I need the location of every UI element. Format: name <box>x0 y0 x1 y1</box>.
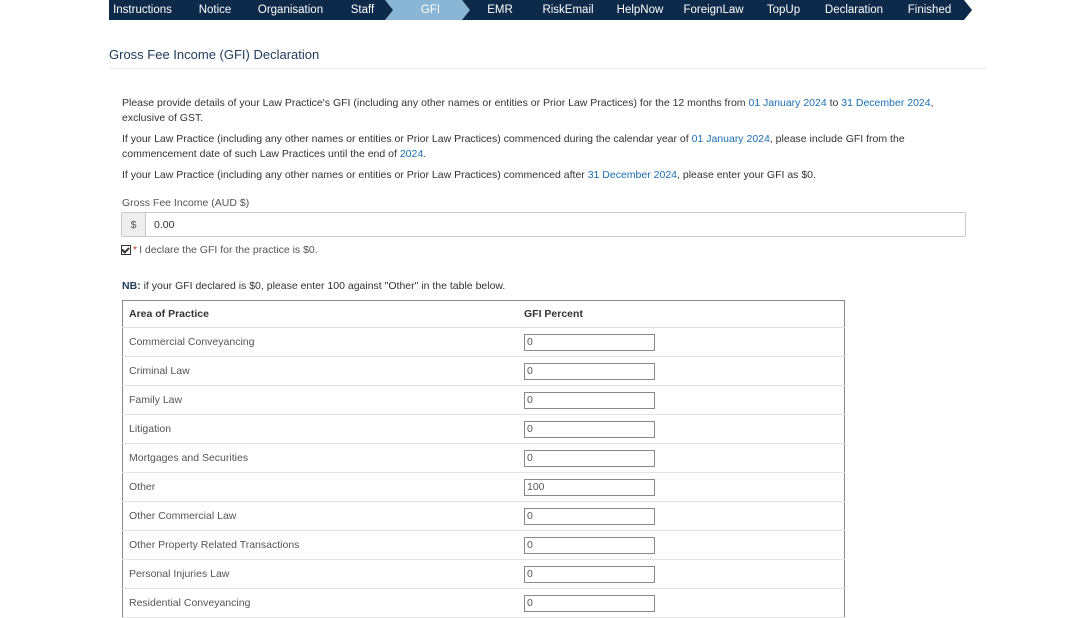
area-of-practice-cell: Litigation <box>122 414 520 444</box>
gfi-amount-input[interactable] <box>146 213 965 236</box>
table-row: Residential Conveyancing <box>122 588 845 618</box>
wizard-step-label: ForeignLaw <box>683 4 744 16</box>
gfi-percent-input[interactable] <box>524 536 655 554</box>
gfi-percent-input[interactable] <box>524 507 655 525</box>
wizard-step-organisation[interactable]: Organisation <box>241 0 341 20</box>
period-start-date: 01 January 2024 <box>691 133 770 145</box>
declare-zero-gfi: * I declare the GFI for the practice is … <box>121 244 318 256</box>
area-of-practice-cell: Mortgages and Securities <box>122 443 520 473</box>
gfi-percent-cell <box>520 327 845 357</box>
wizard-step-label: Staff <box>351 4 375 16</box>
gfi-percent-cell <box>520 501 845 531</box>
gfi-percent-cell <box>520 472 845 502</box>
area-of-practice-cell: Residential Conveyancing <box>122 588 520 618</box>
gfi-percent-cell <box>520 588 845 618</box>
table-row: Criminal Law <box>122 356 845 386</box>
gfi-percent-input[interactable] <box>524 565 655 583</box>
wizard-step-label: RiskEmail <box>542 4 593 16</box>
table-row: Other Commercial Law <box>122 501 845 531</box>
gfi-percent-input[interactable] <box>524 362 655 380</box>
table-header-row: Area of Practice GFI Percent <box>122 300 845 328</box>
area-of-practice-cell: Personal Injuries Law <box>122 559 520 589</box>
wizard-step-label: Declaration <box>825 4 883 16</box>
table-row: Other Property Related Transactions <box>122 530 845 560</box>
gfi-percent-input[interactable] <box>524 478 655 496</box>
intro-text: Please provide details of your Law Pract… <box>122 97 749 109</box>
gfi-percent-cell <box>520 443 845 473</box>
table-row: Commercial Conveyancing <box>122 327 845 357</box>
intro-paragraph-1: Please provide details of your Law Pract… <box>122 96 972 125</box>
table-row: Mortgages and Securities <box>122 443 845 473</box>
area-of-practice-cell: Family Law <box>122 385 520 415</box>
table-row: Family Law <box>122 385 845 415</box>
intro-text: If your Law Practice (including any othe… <box>122 133 692 145</box>
nb-note: NB: if your GFI declared is $0, please e… <box>122 280 505 292</box>
wizard-step-label: Instructions <box>113 4 172 16</box>
wizard-step-label: TopUp <box>767 4 800 16</box>
declare-label: I declare the GFI for the practice is $0… <box>139 244 318 256</box>
gfi-percent-cell <box>520 356 845 386</box>
area-of-practice-cell: Other <box>122 472 520 502</box>
wizard-step-riskemail[interactable]: RiskEmail <box>524 0 613 20</box>
area-of-practice-cell: Other Commercial Law <box>122 501 520 531</box>
intro-text: If your Law Practice (including any othe… <box>122 169 588 181</box>
page-title: Gross Fee Income (GFI) Declaration <box>109 47 320 62</box>
wizard-step-helpnow[interactable]: HelpNow <box>598 0 683 20</box>
period-start-date: 01 January 2024 <box>748 97 827 109</box>
area-of-practice-cell: Criminal Law <box>122 356 520 386</box>
nb-prefix: NB: <box>122 280 141 292</box>
required-marker: * <box>133 244 138 256</box>
wizard-step-label: HelpNow <box>617 4 664 16</box>
table-row: Personal Injuries Law <box>122 559 845 589</box>
gfi-percent-cell <box>520 530 845 560</box>
wizard-step-label: EMR <box>487 4 513 16</box>
gfi-percent-cell <box>520 559 845 589</box>
wizard-step-gfi[interactable]: GFI <box>385 0 477 20</box>
gfi-percent-input[interactable] <box>524 333 655 351</box>
nb-text: if your GFI declared is $0, please enter… <box>140 280 506 292</box>
wizard-step-label: Notice <box>199 4 232 16</box>
wizard-step-instructions[interactable]: Instructions <box>109 0 190 20</box>
area-of-practice-cell: Other Property Related Transactions <box>122 530 520 560</box>
period-end-date: 31 December 2024 <box>587 169 678 181</box>
area-of-practice-table: Area of Practice GFI Percent Commercial … <box>122 300 845 618</box>
table-row: Litigation <box>122 414 845 444</box>
wizard-step-label: Organisation <box>258 4 323 16</box>
gfi-percent-input[interactable] <box>524 391 655 409</box>
gfi-percent-input[interactable] <box>524 594 655 612</box>
wizard-steps: Instructions Notice Organisation Staff GFI EM… <box>109 0 982 20</box>
intro-paragraph-2: If your Law Practice (including any othe… <box>122 132 972 161</box>
wizard-step-label: GFI <box>421 4 440 16</box>
gfi-percent-cell <box>520 385 845 415</box>
wizard-step-declaration[interactable]: Declaration <box>808 0 901 20</box>
wizard-step-foreignlaw[interactable]: ForeignLaw <box>668 0 760 20</box>
title-divider <box>109 68 987 69</box>
currency-addon: $ <box>122 213 146 236</box>
wizard-step-label: Finished <box>908 4 951 16</box>
intro-text: . <box>423 147 427 160</box>
column-header-gfi-percent: GFI Percent <box>520 300 845 328</box>
table-row: Other <box>122 472 845 502</box>
wizard-step-notice[interactable]: Notice <box>175 0 256 20</box>
intro-text: , please enter your GFI as $0. <box>677 169 816 181</box>
wizard-steps-bar: Instructions Notice Organisation Staff GFI EM… <box>109 0 972 20</box>
intro-text: to <box>826 97 842 109</box>
gfi-input-group: $ <box>121 212 966 237</box>
gfi-field-label: Gross Fee Income (AUD $) <box>122 197 250 209</box>
area-of-practice-cell: Commercial Conveyancing <box>122 327 520 357</box>
column-header-area: Area of Practice <box>122 300 520 328</box>
gfi-percent-input[interactable] <box>524 449 655 467</box>
period-end-date: 31 December 2024 <box>841 97 931 109</box>
gfi-percent-cell <box>520 414 845 444</box>
declare-checkbox[interactable] <box>121 245 131 255</box>
gfi-percent-input[interactable] <box>524 420 655 438</box>
wizard-step-finished[interactable]: Finished <box>886 0 972 20</box>
intro-paragraph-3: If your Law Practice (including any othe… <box>122 168 972 183</box>
period-year: 2024 <box>399 147 424 160</box>
